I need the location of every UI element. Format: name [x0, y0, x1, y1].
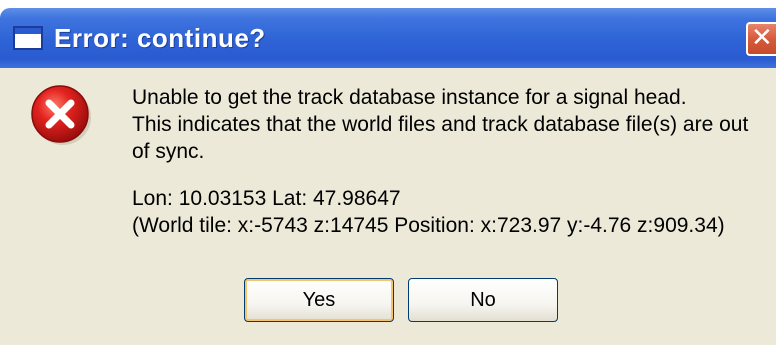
world-tile-line: (World tile: x:-5743 z:14745 Position: x…: [132, 214, 725, 237]
message-line: This indicates that the world files and …: [132, 113, 749, 136]
error-dialog: Error: continue? ✕ Unable to get the tra…: [0, 0, 776, 345]
error-icon: [31, 85, 91, 145]
no-button[interactable]: No: [408, 278, 558, 322]
close-button[interactable]: ✕: [746, 22, 776, 56]
title-bar[interactable]: Error: continue? ✕: [0, 8, 776, 68]
message-line: Unable to get the track database instanc…: [132, 86, 687, 109]
window-icon: [13, 26, 43, 50]
dialog-body: Unable to get the track database instanc…: [0, 68, 776, 345]
message-line: of sync.: [132, 140, 205, 163]
yes-button[interactable]: Yes: [244, 278, 394, 322]
error-message: Unable to get the track database instanc…: [132, 84, 748, 239]
window-title: Error: continue?: [54, 23, 266, 53]
coordinates-line: Lon: 10.03153 Lat: 47.98647: [132, 187, 401, 210]
